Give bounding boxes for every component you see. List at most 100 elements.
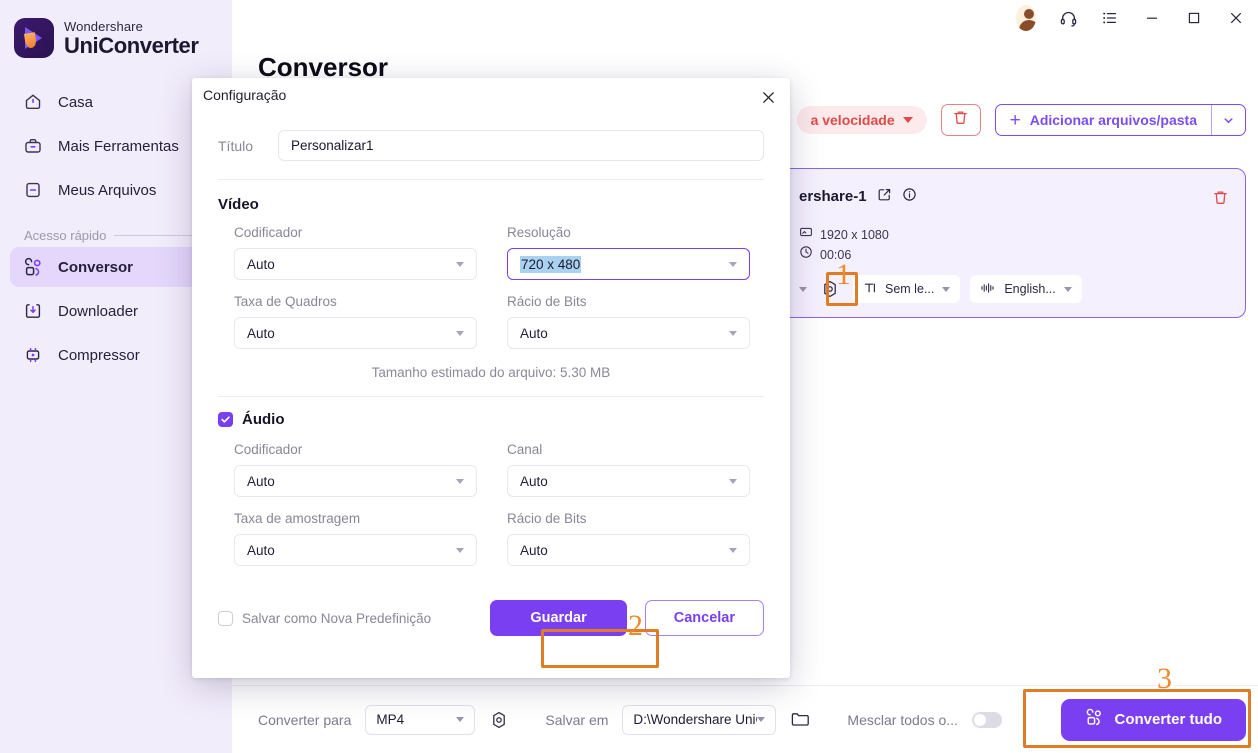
sidebar-item-compressor[interactable]: Compressor [10, 335, 222, 375]
file-name: ershare-1 [799, 188, 867, 205]
sidebar-item-meus-arquivos[interactable]: Meus Arquivos [10, 170, 222, 210]
cancel-button[interactable]: Cancelar [644, 600, 764, 636]
brand-bottom-text: UniConverter [64, 32, 199, 58]
chevron-down-icon [1063, 286, 1072, 292]
sidebar-item-label: Downloader [58, 302, 139, 320]
audio-checkbox[interactable] [218, 412, 233, 427]
file-settings-button[interactable] [817, 276, 843, 302]
compressor-icon [22, 344, 44, 366]
sidebar-item-downloader[interactable]: Downloader [10, 291, 222, 331]
audio-bitrate-select[interactable]: Auto [507, 534, 750, 566]
chevron-down-icon [902, 117, 913, 123]
field-value: Auto [247, 325, 275, 341]
sidebar-item-label: Casa [58, 93, 94, 111]
sidebar-item-label: Mais Ferramentas [58, 137, 179, 155]
field-label: Codificador [234, 225, 303, 240]
app-window: Wondershare UniConverter Casa Mais Ferra… [0, 0, 1258, 753]
subtitle-selector[interactable]: Sem le... [853, 275, 961, 303]
minimize-icon[interactable] [1142, 8, 1162, 28]
subtitle-icon [863, 281, 877, 298]
edit-icon[interactable] [877, 187, 892, 206]
video-framerate-field: Taxa de Quadros Auto [234, 294, 477, 349]
headset-icon[interactable] [1058, 8, 1078, 28]
toolbox-icon [22, 135, 44, 157]
file-resolution: 1920 x 1080 [820, 228, 889, 242]
audio-samplerate-select[interactable]: Auto [234, 534, 477, 566]
close-icon[interactable] [756, 85, 780, 109]
audio-track-label: English... [1004, 282, 1056, 296]
save-preset-label: Salvar como Nova Predefinição [242, 610, 432, 626]
chevron-down-icon [942, 286, 951, 292]
merge-toggle[interactable] [971, 711, 1002, 728]
audio-fields-grid: Codificador Auto Canal Auto Taxa de amos… [218, 442, 764, 580]
chevron-down-icon[interactable] [799, 286, 807, 292]
plus-icon: + [1009, 109, 1021, 131]
dialog-title: Configuração [203, 87, 287, 103]
chevron-down-icon [456, 478, 464, 484]
video-framerate-select[interactable]: Auto [234, 317, 477, 349]
divider [218, 179, 764, 180]
audio-channel-field: Canal Auto [507, 442, 750, 497]
field-value: Auto [247, 473, 275, 489]
field-value: Auto [247, 542, 275, 558]
audio-section-toggle-row: Áudio [218, 411, 764, 428]
video-bitrate-select[interactable]: Auto [507, 317, 750, 349]
high-speed-label: a velocidade [810, 112, 895, 128]
chevron-down-icon [729, 478, 737, 484]
video-fields-grid: Codificador Auto Resolução 720 x 480 Tax… [218, 225, 764, 363]
bottom-bar: Converter para MP4 Salvar em D:\Wondersh… [232, 685, 1258, 753]
convert-all-button[interactable]: Converter tudo [1061, 698, 1246, 741]
dialog-body: Título Vídeo Codificador Auto Resolução … [192, 116, 790, 678]
chevron-down-icon [757, 717, 766, 722]
field-value: Auto [520, 542, 548, 558]
info-icon[interactable] [902, 187, 917, 206]
main-toolbar: a velocidade + Adicionar arquivos/pasta [796, 104, 1246, 136]
resolution-icon [799, 225, 813, 245]
save-path-value: D:\Wondershare UniCo [633, 712, 757, 727]
save-path-selector[interactable]: D:\Wondershare UniCo [622, 704, 777, 735]
title-input[interactable] [278, 130, 764, 161]
title-field-row: Título [218, 116, 764, 161]
high-speed-selector[interactable]: a velocidade [796, 106, 927, 134]
dialog-header: Configuração [192, 78, 790, 116]
video-encoder-select[interactable]: Auto [234, 248, 477, 280]
brand-top-text: Wondershare [64, 18, 143, 34]
sidebar-item-casa[interactable]: Casa [10, 82, 222, 122]
trash-icon [952, 109, 969, 131]
video-encoder-field: Codificador Auto [234, 225, 477, 280]
divider [218, 396, 764, 397]
audio-bitrate-field: Rácio de Bits Auto [507, 511, 750, 566]
sidebar-item-mais-ferramentas[interactable]: Mais Ferramentas [10, 126, 222, 166]
convert-to-label: Converter para [258, 711, 352, 728]
video-bitrate-field: Rácio de Bits Auto [507, 294, 750, 349]
user-avatar[interactable] [1016, 5, 1036, 31]
maximize-icon[interactable] [1184, 8, 1204, 28]
audio-channel-select[interactable]: Auto [507, 465, 750, 497]
file-delete-button[interactable] [1212, 189, 1229, 211]
save-button[interactable]: Guardar [490, 600, 627, 636]
download-icon [22, 300, 44, 322]
chevron-down-icon[interactable] [1212, 114, 1245, 127]
video-resolution-select[interactable]: 720 x 480 [507, 248, 750, 280]
close-icon[interactable] [1226, 8, 1246, 28]
chevron-down-icon [456, 717, 465, 722]
folder-icon[interactable] [790, 710, 811, 729]
convert-all-label: Converter tudo [1114, 711, 1222, 728]
format-selector[interactable]: MP4 [365, 704, 476, 735]
estimated-file-size: Tamanho estimado do arquivo: 5.30 MB [371, 365, 611, 380]
field-value: Auto [520, 325, 548, 341]
list-menu-icon[interactable] [1100, 8, 1120, 28]
add-files-button[interactable]: + Adicionar arquivos/pasta [994, 104, 1246, 136]
delete-all-button[interactable] [940, 104, 981, 136]
save-preset-row: Salvar como Nova Predefinição [218, 610, 432, 626]
sidebar-item-label: Conversor [58, 258, 134, 276]
file-card-title-row: ershare-1 [799, 187, 917, 206]
audio-encoder-select[interactable]: Auto [234, 465, 477, 497]
save-preset-checkbox[interactable] [218, 610, 233, 626]
field-value: Auto [247, 256, 275, 272]
chevron-down-icon [456, 330, 464, 336]
format-settings-button[interactable] [489, 710, 509, 730]
audio-track-selector[interactable]: English... [970, 275, 1082, 303]
sidebar-item-conversor[interactable]: Conversor [10, 247, 222, 287]
home-icon [22, 91, 44, 113]
